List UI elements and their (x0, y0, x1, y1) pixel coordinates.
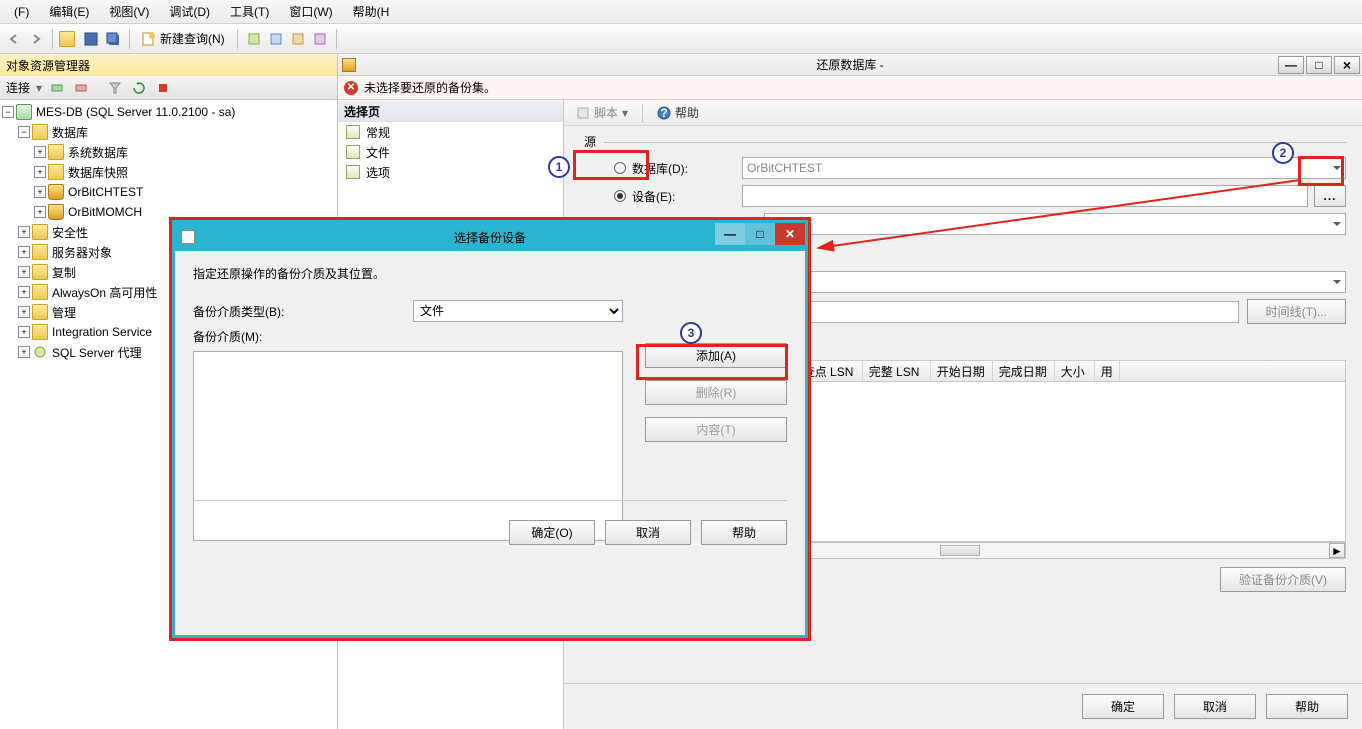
dialog-description: 指定还原操作的备份介质及其位置。 (193, 265, 787, 282)
page-options[interactable]: 选项 (338, 162, 563, 182)
database-combo[interactable]: OrBitCHTEST (742, 157, 1346, 179)
database-a-combo[interactable] (764, 213, 1346, 235)
db-icon-4[interactable] (310, 29, 330, 49)
dialog-help-button[interactable]: 帮助 (701, 520, 787, 545)
select-backup-device-dialog: 选择备份设备 — □ ✕ 指定还原操作的备份介质及其位置。 备份介质类型(B):… (172, 220, 808, 638)
add-button[interactable]: 添加(A) (645, 343, 787, 368)
connect-label[interactable]: 连接 (6, 79, 30, 96)
minimize-button[interactable]: — (1278, 56, 1304, 74)
tree-management[interactable]: 管理 (52, 304, 76, 321)
tree-server[interactable]: MES-DB (SQL Server 11.0.2100 - sa) (36, 105, 235, 119)
connect-icon[interactable] (48, 79, 66, 97)
dialog-title: 选择备份设备 (454, 229, 526, 246)
radio-database-label: 数据库(D): (632, 160, 742, 177)
cancel-button[interactable]: 取消 (1174, 694, 1256, 719)
dialog-titlebar[interactable]: 选择备份设备 — □ ✕ (175, 223, 805, 251)
media-type-combo[interactable]: 文件 (413, 300, 623, 322)
forward-icon[interactable] (26, 29, 46, 49)
refresh-icon[interactable] (130, 79, 148, 97)
tree-alwayson[interactable]: AlwaysOn 高可用性 (52, 284, 157, 301)
stop-icon[interactable] (154, 79, 172, 97)
restore-window-icon (342, 58, 356, 72)
help-button-small[interactable]: ?帮助 (653, 102, 703, 123)
menu-item[interactable]: (F) (4, 5, 39, 19)
maximize-button[interactable]: □ (1306, 56, 1332, 74)
page-icon (346, 145, 360, 159)
tree-serverobj[interactable]: 服务器对象 (52, 244, 112, 261)
radio-database[interactable] (614, 162, 626, 174)
menu-item[interactable]: 帮助(H (343, 3, 400, 20)
validate-backup-button[interactable]: 验证备份介质(V) (1220, 567, 1346, 592)
tree-security[interactable]: 安全性 (52, 224, 88, 241)
save-icon[interactable] (81, 29, 101, 49)
scroll-right-icon[interactable]: ► (1329, 543, 1345, 558)
annotation-marker-1: 1 (548, 156, 570, 178)
scroll-thumb[interactable] (940, 545, 980, 556)
tree-db1[interactable]: OrBitCHTEST (68, 185, 143, 199)
db-icon-2[interactable] (266, 29, 286, 49)
tree-sysdb[interactable]: 系统数据库 (68, 144, 128, 161)
db-icon-3[interactable] (288, 29, 308, 49)
page-icon (346, 125, 360, 139)
help-button[interactable]: 帮助 (1266, 694, 1348, 719)
tree-sqlagent[interactable]: SQL Server 代理 (52, 344, 142, 361)
annotation-marker-2: 2 (1272, 142, 1294, 164)
menu-item[interactable]: 视图(V) (99, 3, 159, 20)
disconnect-icon[interactable] (72, 79, 90, 97)
object-explorer-toolbar: 连接 ▾ (0, 76, 337, 100)
tree-db2[interactable]: OrBitMOMCH (68, 205, 142, 219)
new-query-label: 新建查询(N) (160, 30, 225, 47)
object-explorer-title: 对象资源管理器 (0, 54, 337, 76)
warning-bar: ✕ 未选择要还原的备份集。 (338, 76, 1362, 100)
media-type-label: 备份介质类型(B): (193, 303, 413, 320)
remove-button[interactable]: 删除(R) (645, 380, 787, 405)
dialog-close-button[interactable]: ✕ (775, 223, 805, 245)
menu-item[interactable]: 窗口(W) (279, 3, 342, 20)
menu-bar: (F) 编辑(E) 视图(V) 调试(D) 工具(T) 窗口(W) 帮助(H (0, 0, 1362, 24)
annotation-marker-3: 3 (680, 322, 702, 344)
dialog-ok-button[interactable]: 确定(O) (509, 520, 595, 545)
media-label: 备份介质(M): (193, 328, 262, 345)
page-icon (346, 165, 360, 179)
content-toolbar: 脚本▾ ?帮助 (564, 100, 1362, 126)
radio-device-label: 设备(E): (632, 188, 742, 205)
menu-item[interactable]: 编辑(E) (39, 3, 99, 20)
media-listbox[interactable] (193, 351, 623, 541)
select-page-header: 选择页 (338, 100, 563, 122)
tree-dbsnap[interactable]: 数据库快照 (68, 164, 128, 181)
close-button[interactable]: × (1334, 56, 1360, 74)
tree-intsvc[interactable]: Integration Service (52, 325, 152, 339)
restore-title: 还原数据库 - (816, 56, 883, 73)
content-button[interactable]: 内容(T) (645, 417, 787, 442)
menu-item[interactable]: 工具(T) (220, 3, 279, 20)
ok-button[interactable]: 确定 (1082, 694, 1164, 719)
browse-device-button[interactable]: ... (1314, 185, 1346, 207)
menu-item[interactable]: 调试(D) (159, 3, 220, 20)
dialog-maximize-button[interactable]: □ (745, 223, 775, 245)
restore-footer: 确定 取消 帮助 (564, 683, 1362, 729)
page-general[interactable]: 常规 (338, 122, 563, 142)
filter-icon[interactable] (106, 79, 124, 97)
back-icon[interactable] (4, 29, 24, 49)
restore-titlebar: 还原数据库 - — □ × (338, 54, 1362, 76)
timeline-button[interactable]: 时间线(T)... (1247, 299, 1346, 324)
device-input[interactable] (742, 185, 1308, 207)
toolbar: 新建查询(N) (0, 24, 1362, 54)
error-icon: ✕ (344, 81, 358, 95)
group-source-label: 源 (580, 133, 600, 150)
radio-device[interactable] (614, 190, 626, 202)
tree-replication[interactable]: 复制 (52, 264, 76, 281)
new-query-button[interactable]: 新建查询(N) (136, 28, 231, 50)
dialog-icon (181, 230, 195, 244)
warning-text: 未选择要还原的备份集。 (364, 79, 496, 96)
tree-databases[interactable]: 数据库 (52, 124, 88, 141)
svg-text:?: ? (660, 106, 667, 120)
dialog-cancel-button[interactable]: 取消 (605, 520, 691, 545)
script-button[interactable]: 脚本▾ (572, 102, 632, 123)
page-files[interactable]: 文件 (338, 142, 563, 162)
save-all-icon[interactable] (103, 29, 123, 49)
db-icon[interactable] (244, 29, 264, 49)
open-icon[interactable] (59, 29, 79, 49)
dialog-minimize-button[interactable]: — (715, 223, 745, 245)
